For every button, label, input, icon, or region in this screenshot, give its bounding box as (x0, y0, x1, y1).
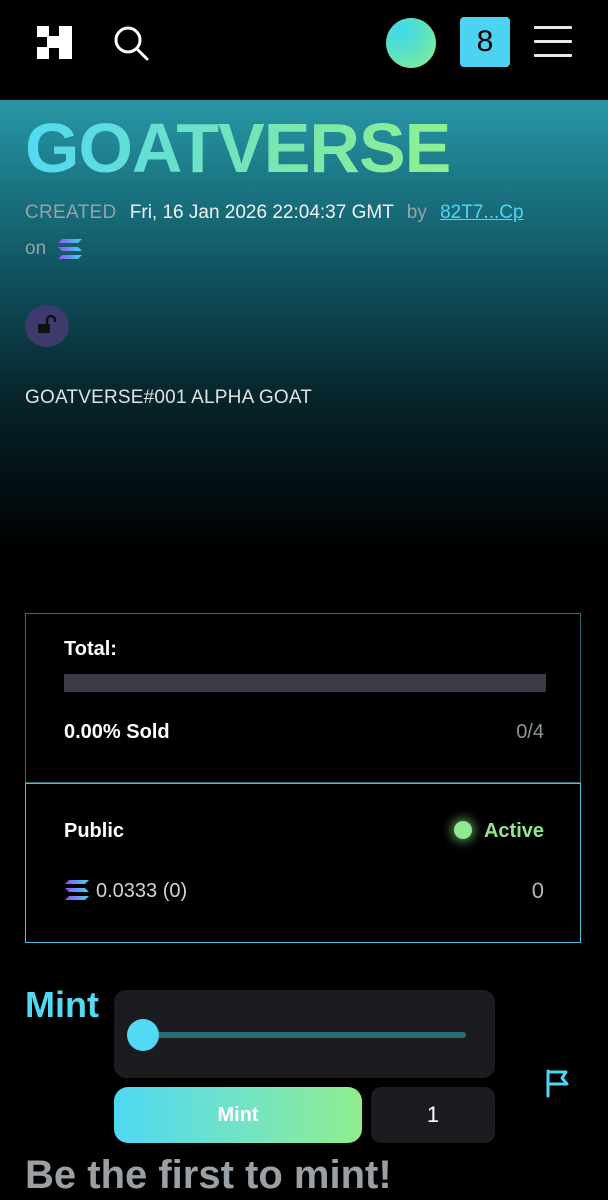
lock-status-button[interactable] (25, 305, 69, 347)
first-to-mint-heading: Be the first to mint! (25, 1153, 392, 1197)
quantity-input[interactable]: 1 (371, 1087, 495, 1143)
price-suffix: (0) (162, 880, 188, 902)
collection-title: GOATVERSE (25, 109, 451, 187)
price-value: 0.0333 (96, 880, 158, 902)
solana-icon (58, 239, 83, 259)
phase-name: Public (64, 820, 125, 842)
collection-created-line: CREATED Fri, 16 Jan 2026 22:04:37 GMT by… (25, 202, 524, 224)
brand-logo-icon[interactable] (37, 26, 72, 59)
hamburger-menu-icon[interactable] (534, 26, 572, 58)
quantity-slider-thumb[interactable] (127, 1019, 159, 1051)
creator-address-link[interactable]: 82T7...Cp (440, 202, 523, 223)
total-label: Total: (64, 638, 117, 660)
user-avatar[interactable] (386, 18, 436, 68)
mint-section-heading: Mint (25, 984, 99, 1025)
unlocked-padlock-icon (38, 315, 57, 333)
supply-stats-panel: Total: 0.00% Sold 0/4 (25, 613, 581, 783)
sold-percentage: 0.00% Sold (64, 721, 170, 743)
on-label: on (25, 238, 47, 260)
solana-icon (65, 880, 89, 900)
chain-line: on (25, 238, 83, 260)
mint-button[interactable]: Mint (114, 1087, 362, 1143)
search-icon[interactable] (112, 24, 150, 62)
cart-count-badge[interactable]: 8 (460, 17, 510, 67)
supply-progress-bar (64, 674, 546, 692)
collection-description: GOATVERSE#001 ALPHA GOAT (25, 387, 313, 408)
sold-count: 0/4 (516, 721, 544, 743)
mint-phase-card[interactable]: Public Active 0.0333 (0) 0 (25, 783, 581, 943)
created-label: CREATED (25, 202, 117, 223)
phase-status-label: Active (483, 820, 544, 842)
by-label: by (406, 202, 427, 223)
phase-status: Active (453, 820, 544, 843)
phase-minted-count: 0 (531, 878, 544, 903)
quantity-slider-panel (114, 990, 495, 1078)
flag-icon[interactable] (544, 1068, 572, 1098)
phase-price: 0.0333 (0) (64, 879, 187, 903)
quantity-slider-track[interactable] (144, 1032, 466, 1038)
created-date: Fri, 16 Jan 2026 22:04:37 GMT (129, 202, 394, 223)
top-navigation-bar: 8 (0, 0, 608, 102)
status-dot-icon (453, 821, 472, 839)
